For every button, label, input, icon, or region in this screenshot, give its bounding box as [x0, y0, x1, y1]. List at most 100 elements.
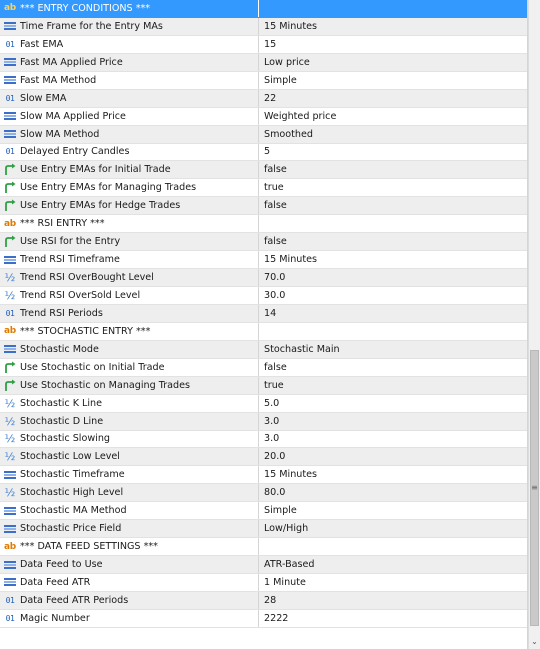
boolean-arrow-icon — [3, 163, 17, 177]
property-row[interactable]: ½ Stochastic K Line 5.0 — [0, 394, 527, 413]
property-name-cell: Use Stochastic on Initial Trade — [0, 359, 258, 376]
property-value[interactable]: 22 — [258, 93, 527, 104]
boolean-arrow-icon — [3, 360, 17, 374]
property-value[interactable]: Weighted price — [258, 111, 527, 122]
property-row[interactable]: Slow MA Applied Price Weighted price — [0, 107, 527, 126]
column-divider — [258, 143, 259, 161]
property-row[interactable]: 01 Data Feed ATR Periods 28 — [0, 591, 527, 610]
column-divider — [258, 304, 259, 322]
string-icon: ab — [4, 3, 16, 14]
property-name-cell: ½ Stochastic D Line — [0, 413, 258, 430]
property-value[interactable]: 3.0 — [258, 416, 527, 427]
property-row[interactable]: ½ Trend RSI OverSold Level 30.0 — [0, 287, 527, 305]
property-row[interactable]: Fast MA Method Simple — [0, 71, 527, 90]
property-name: Use Entry EMAs for Initial Trade — [20, 164, 171, 176]
property-row[interactable]: ½ Stochastic D Line 3.0 — [0, 412, 527, 431]
property-row[interactable]: Stochastic Price Field Low/High — [0, 520, 527, 539]
string-icon: ab — [4, 326, 16, 337]
column-divider — [258, 430, 259, 448]
property-row[interactable]: 01 Fast EMA 15 — [0, 35, 527, 54]
property-value[interactable]: true — [258, 380, 527, 391]
property-name: Fast MA Method — [20, 74, 97, 86]
property-name: Use Entry EMAs for Hedge Trades — [20, 200, 181, 212]
property-row[interactable]: ab *** RSI ENTRY *** — [0, 215, 527, 234]
double-icon: ½ — [4, 396, 16, 410]
property-value[interactable]: 5 — [258, 146, 527, 157]
property-value[interactable]: false — [258, 164, 527, 175]
property-row[interactable]: Use Entry EMAs for Hedge Trades false — [0, 197, 527, 216]
property-value[interactable]: Stochastic Main — [258, 344, 527, 355]
property-name: Stochastic Low Level — [20, 451, 120, 463]
property-row[interactable]: Use Entry EMAs for Initial Trade false — [0, 161, 527, 180]
property-row[interactable]: 01 Trend RSI Periods 14 — [0, 304, 527, 323]
column-divider — [258, 215, 259, 233]
property-row[interactable]: Stochastic Timeframe 15 Minutes — [0, 466, 527, 485]
property-name: Use Stochastic on Initial Trade — [20, 361, 165, 373]
property-value[interactable]: 70.0 — [258, 272, 527, 283]
property-value[interactable]: false — [258, 236, 527, 247]
property-value[interactable]: Simple — [258, 505, 527, 516]
property-value[interactable]: 15 Minutes — [258, 469, 527, 480]
property-row[interactable]: ½ Stochastic Slowing 3.0 — [0, 430, 527, 449]
property-value[interactable]: false — [258, 200, 527, 211]
property-value[interactable]: 30.0 — [258, 290, 527, 301]
vertical-scrollbar[interactable]: ≡ ⌄ — [528, 0, 540, 649]
property-value[interactable]: Simple — [258, 75, 527, 86]
boolean-arrow-icon — [3, 235, 17, 249]
property-row[interactable]: Time Frame for the Entry MAs 15 Minutes — [0, 17, 527, 36]
property-row[interactable]: ½ Trend RSI OverBought Level 70.0 — [0, 269, 527, 287]
property-name-cell: Stochastic Price Field — [0, 520, 258, 537]
property-name: Magic Number — [20, 612, 90, 624]
property-value[interactable]: 1 Minute — [258, 577, 527, 588]
property-value[interactable]: 14 — [258, 308, 527, 319]
scroll-down-button[interactable]: ⌄ — [529, 635, 540, 647]
property-value[interactable]: Smoothed — [258, 129, 527, 140]
property-value[interactable]: 5.0 — [258, 398, 527, 409]
enumeration-icon — [3, 55, 17, 69]
column-divider — [258, 71, 259, 89]
property-row[interactable]: ab *** DATA FEED SETTINGS *** — [0, 538, 527, 557]
property-value[interactable]: 2222 — [258, 613, 527, 624]
property-row[interactable]: Data Feed to Use ATR-Based — [0, 556, 527, 574]
property-value[interactable]: 15 Minutes — [258, 21, 527, 32]
boolean-arrow-icon — [3, 181, 17, 195]
property-row[interactable]: ½ Stochastic Low Level 20.0 — [0, 448, 527, 467]
property-row[interactable]: Trend RSI Timeframe 15 Minutes — [0, 251, 527, 270]
string-icon: ab — [4, 541, 16, 552]
property-value[interactable]: 20.0 — [258, 451, 527, 462]
property-name-cell: Data Feed ATR — [0, 574, 258, 591]
property-name: *** RSI ENTRY *** — [20, 218, 105, 230]
property-value[interactable]: 15 Minutes — [258, 254, 527, 265]
property-row[interactable]: Data Feed ATR 1 Minute — [0, 574, 527, 592]
property-value[interactable]: true — [258, 182, 527, 193]
property-name: Slow MA Applied Price — [20, 110, 126, 122]
property-value[interactable]: 80.0 — [258, 487, 527, 498]
property-value[interactable]: false — [258, 362, 527, 373]
property-value[interactable]: 15 — [258, 39, 527, 50]
property-row[interactable]: Fast MA Applied Price Low price — [0, 53, 527, 72]
property-value[interactable]: 3.0 — [258, 433, 527, 444]
property-row[interactable]: ½ Stochastic High Level 80.0 — [0, 484, 527, 503]
property-row[interactable]: ab *** ENTRY CONDITIONS *** — [0, 0, 527, 18]
property-name-cell: 01 Delayed Entry Candles — [0, 144, 258, 161]
property-row[interactable]: 01 Magic Number 2222 — [0, 609, 527, 628]
property-row[interactable]: Stochastic MA Method Simple — [0, 502, 527, 521]
property-value[interactable]: 28 — [258, 595, 527, 606]
property-value[interactable]: Low/High — [258, 523, 527, 534]
property-value[interactable]: ATR-Based — [258, 559, 527, 570]
property-row[interactable]: 01 Slow EMA 22 — [0, 89, 527, 108]
property-name-cell: Use Stochastic on Managing Trades — [0, 377, 258, 394]
property-row[interactable]: Slow MA Method Smoothed — [0, 125, 527, 144]
property-name: Data Feed ATR — [20, 576, 91, 588]
scrollbar-thumb[interactable]: ≡ — [530, 350, 539, 626]
column-divider — [258, 233, 259, 251]
boolean-arrow-icon — [3, 199, 17, 213]
property-row[interactable]: Use Stochastic on Managing Trades true — [0, 376, 527, 395]
property-row[interactable]: Use Entry EMAs for Managing Trades true — [0, 179, 527, 198]
property-row[interactable]: Use RSI for the Entry false — [0, 233, 527, 252]
property-row[interactable]: 01 Delayed Entry Candles 5 — [0, 143, 527, 162]
property-value[interactable]: Low price — [258, 57, 527, 68]
property-row[interactable]: Use Stochastic on Initial Trade false — [0, 358, 527, 377]
property-row[interactable]: ab *** STOCHASTIC ENTRY *** — [0, 322, 527, 341]
property-row[interactable]: Stochastic Mode Stochastic Main — [0, 340, 527, 359]
